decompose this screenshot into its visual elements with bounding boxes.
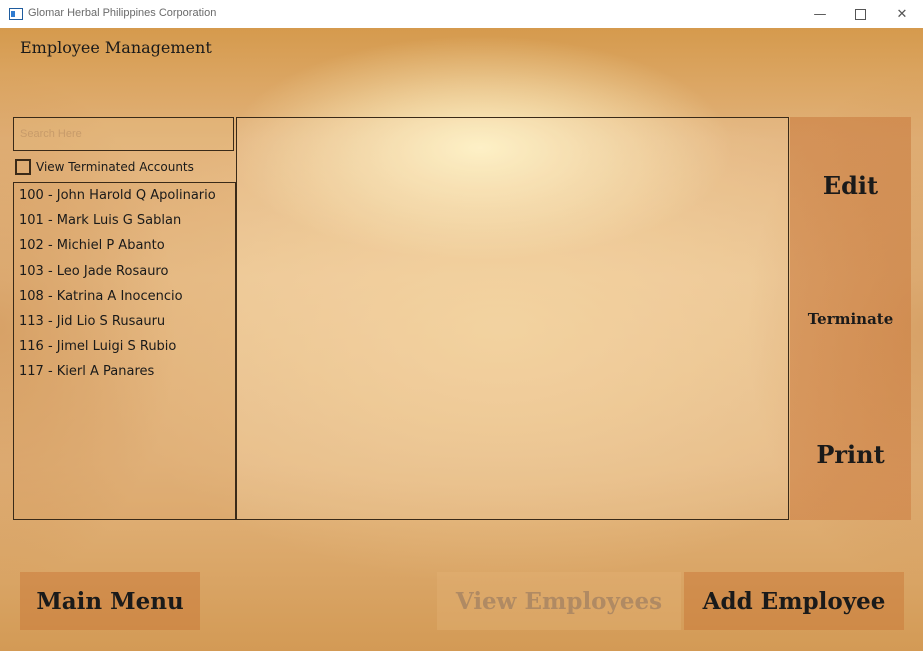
view-terminated-label: View Terminated Accounts [36, 160, 194, 174]
window-title: Glomar Herbal Philippines Corporation [28, 7, 217, 19]
edit-button[interactable]: Edit [790, 171, 911, 200]
window-title-bar: Glomar Herbal Philippines Corporation — … [0, 0, 923, 28]
employee-detail-panel [236, 117, 789, 520]
page-title: Employee Management [20, 38, 212, 57]
employee-list[interactable]: 100 - John Harold Q Apolinario 101 - Mar… [13, 182, 236, 520]
employee-list-item[interactable]: 108 - Katrina A Inocencio [14, 284, 235, 309]
app-icon [9, 8, 23, 20]
minimize-button[interactable]: — [800, 0, 840, 28]
terminate-button[interactable]: Terminate [790, 310, 911, 328]
employee-list-item[interactable]: 102 - Michiel P Abanto [14, 233, 235, 258]
employee-list-item[interactable]: 117 - Kierl A Panares [14, 359, 235, 384]
main-menu-button[interactable]: Main Menu [20, 572, 200, 630]
employee-list-item[interactable]: 101 - Mark Luis G Sablan [14, 208, 235, 233]
close-button[interactable]: ✕ [882, 0, 922, 28]
employee-list-item[interactable]: 116 - Jimel Luigi S Rubio [14, 334, 235, 359]
employee-list-item[interactable]: 113 - Jid Lio S Rusauru [14, 309, 235, 334]
employee-list-item[interactable]: 103 - Leo Jade Rosauro [14, 259, 235, 284]
view-terminated-checkbox[interactable] [15, 159, 31, 175]
employee-list-item[interactable]: 100 - John Harold Q Apolinario [14, 183, 235, 208]
view-terminated-toggle[interactable]: View Terminated Accounts [13, 153, 236, 181]
add-employee-button[interactable]: Add Employee [684, 572, 904, 630]
maximize-icon [854, 8, 866, 20]
search-input[interactable] [14, 118, 233, 150]
view-employees-button[interactable]: View Employees [437, 572, 681, 630]
print-button[interactable]: Print [790, 440, 911, 469]
search-box[interactable] [13, 117, 234, 151]
maximize-button[interactable] [840, 0, 880, 28]
action-panel: Edit Terminate Print [790, 117, 911, 520]
